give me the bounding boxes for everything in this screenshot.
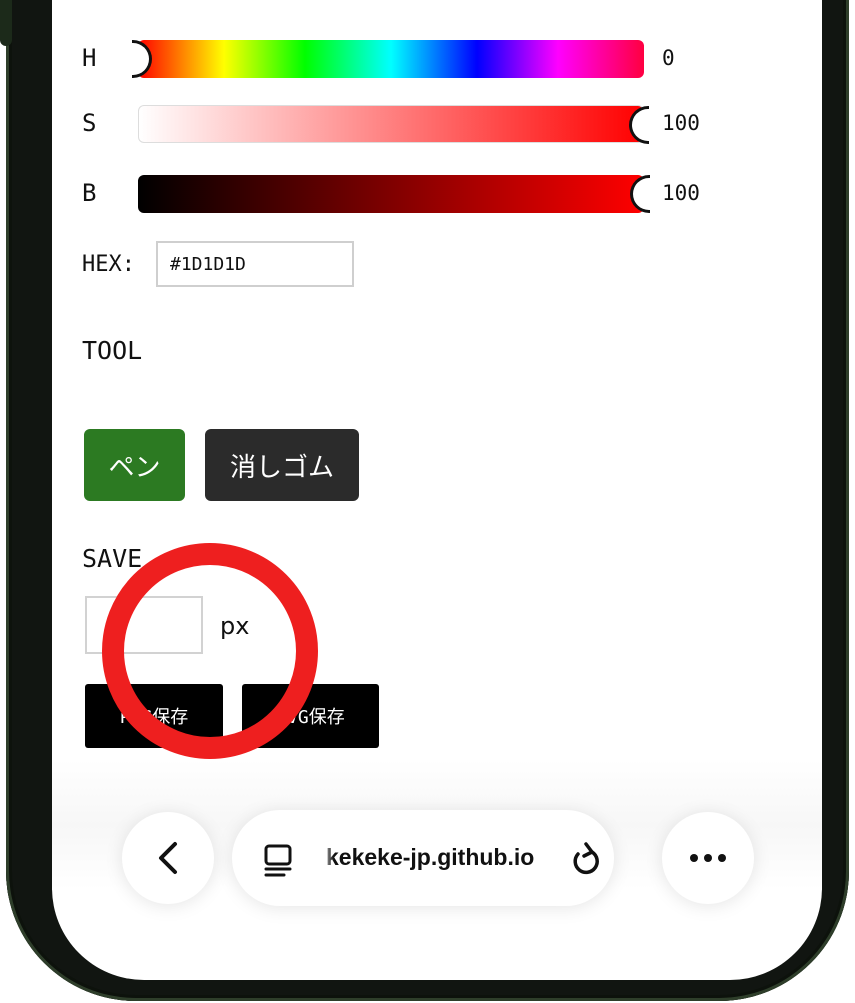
back-button[interactable] <box>122 812 214 904</box>
saturation-label: S <box>82 109 97 137</box>
phone-side-button <box>0 0 12 46</box>
brightness-slider[interactable] <box>138 175 650 213</box>
hex-label: HEX: <box>82 252 135 277</box>
url-fade <box>320 840 334 876</box>
brightness-slider-thumb[interactable] <box>630 175 650 213</box>
eraser-tool-button[interactable]: 消しゴム <box>205 429 359 501</box>
saturation-slider-thumb[interactable] <box>629 106 649 144</box>
tool-section-title: TOOL <box>82 336 143 365</box>
hue-slider-thumb[interactable] <box>132 40 152 78</box>
saturation-slider[interactable] <box>138 105 649 144</box>
brightness-slider-row: B 100 <box>52 173 822 217</box>
hue-slider[interactable] <box>132 40 644 78</box>
save-section-title: SAVE <box>82 544 143 573</box>
address-bar[interactable]: kekeke-jp.github.io <box>232 810 614 906</box>
chevron-left-icon <box>159 842 177 874</box>
brightness-label: B <box>82 179 97 207</box>
tabs-icon[interactable] <box>260 842 296 878</box>
hue-label: H <box>82 44 97 72</box>
export-size-input[interactable] <box>85 596 203 654</box>
brightness-value: 100 <box>662 181 700 205</box>
hex-input[interactable] <box>156 241 354 287</box>
saturation-slider-row: S 100 <box>52 103 822 147</box>
png-save-button[interactable]: PNG保存 <box>85 684 223 748</box>
url-text: kekeke-jp.github.io <box>326 844 535 870</box>
reload-icon[interactable] <box>568 840 604 880</box>
saturation-value: 100 <box>662 111 700 135</box>
svg-save-button[interactable]: SVG保存 <box>242 684 379 748</box>
hue-slider-row: H 0 <box>52 38 822 82</box>
phone-screen: H 0 S 100 B 100 HEX: TOOL ペン 消しゴム SAVE p… <box>52 0 822 980</box>
more-button[interactable] <box>662 812 754 904</box>
export-size-unit: px <box>220 612 250 640</box>
hue-value: 0 <box>662 46 675 70</box>
ellipsis-icon <box>690 854 726 862</box>
pen-tool-button[interactable]: ペン <box>84 429 185 501</box>
